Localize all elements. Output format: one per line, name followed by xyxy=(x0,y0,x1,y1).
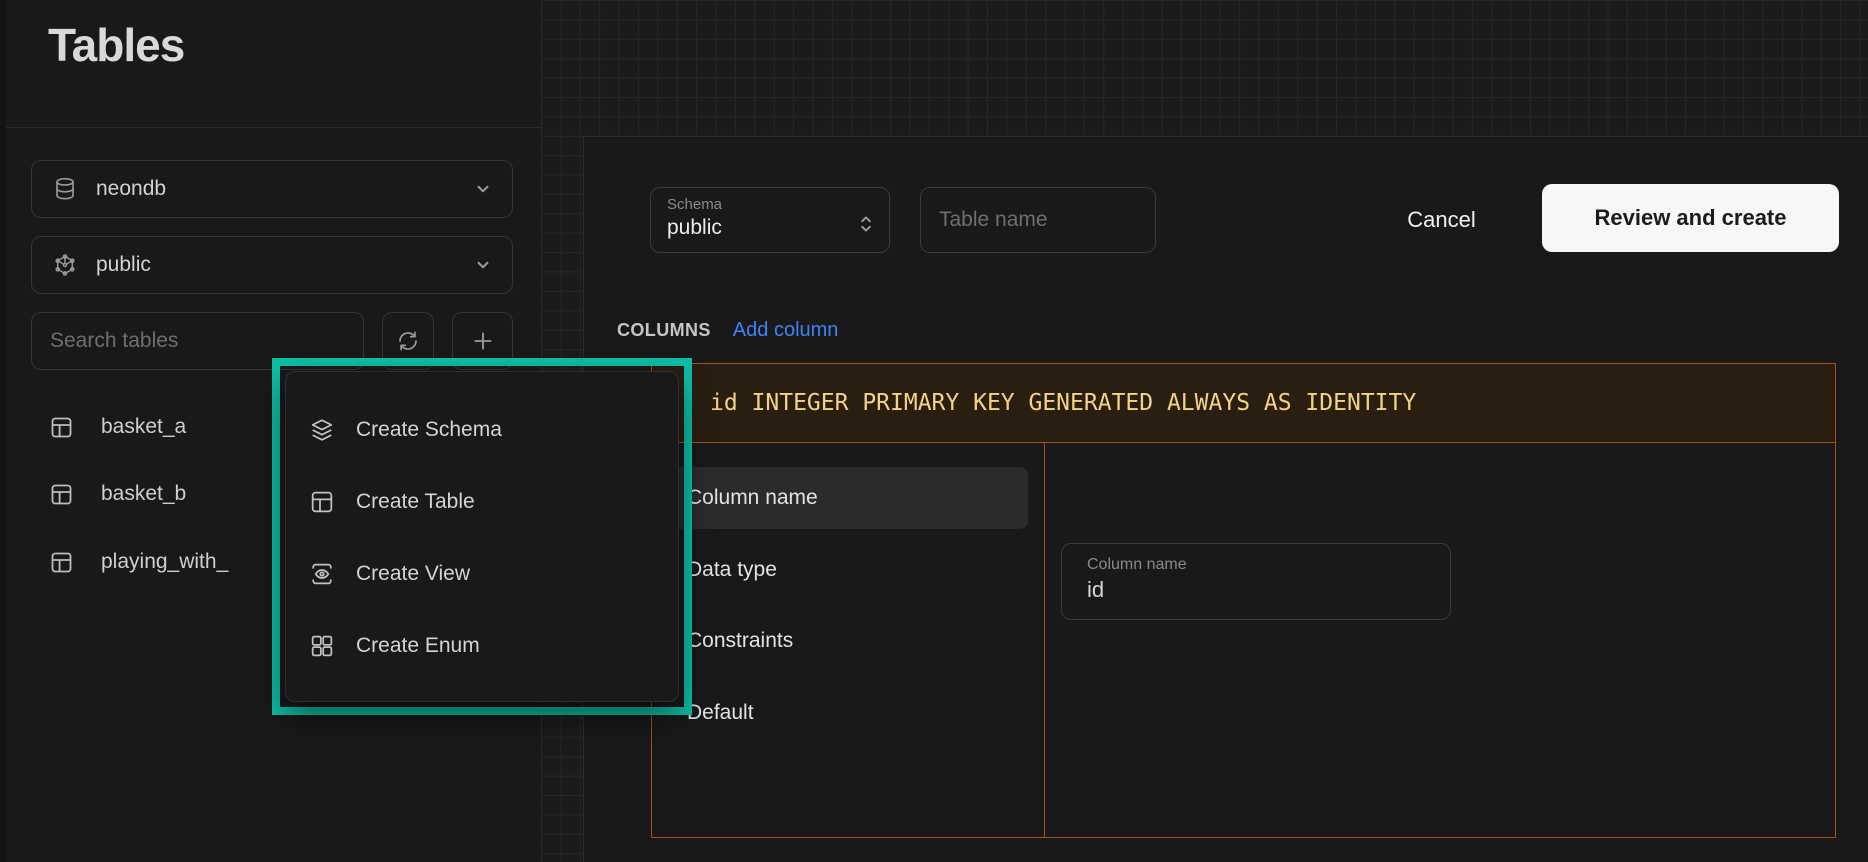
column-editor-body: Column name Data type Constraints Defaul… xyxy=(652,443,1835,837)
column-name-field[interactable]: Column name id xyxy=(1061,543,1451,620)
column-property-detail: Column name id xyxy=(1044,443,1835,837)
table-name: basket_b xyxy=(101,482,186,506)
columns-section-label: COLUMNS xyxy=(617,320,711,341)
table-icon xyxy=(48,549,75,576)
table-list-item[interactable]: playing_with_ xyxy=(48,537,228,587)
prop-row-column-name[interactable]: Column name xyxy=(662,467,1028,529)
schema-field-label: Schema xyxy=(667,196,857,215)
menu-item-create-enum[interactable]: Create Enum xyxy=(286,610,678,682)
cancel-button[interactable]: Cancel xyxy=(1379,187,1504,253)
database-icon xyxy=(52,176,78,202)
sidebar-divider xyxy=(6,127,541,128)
menu-item-label: Create View xyxy=(356,562,470,586)
table-list-item[interactable]: basket_a xyxy=(48,402,186,452)
prop-row-label: Data type xyxy=(687,558,777,582)
column-name-field-label: Column name xyxy=(1087,555,1450,576)
refresh-icon xyxy=(396,329,420,353)
create-table-panel: Schema public Cancel Review and create C… xyxy=(583,136,1868,862)
chevron-down-icon xyxy=(474,180,492,198)
review-and-create-button[interactable]: Review and create xyxy=(1542,184,1839,252)
layers-icon xyxy=(308,416,336,444)
menu-item-create-table[interactable]: Create Table xyxy=(286,466,678,538)
menu-item-label: Create Enum xyxy=(356,634,480,658)
view-icon xyxy=(308,560,336,588)
schema-field-value: public xyxy=(667,215,857,241)
table-list-item[interactable]: basket_b xyxy=(48,469,186,519)
grid-icon xyxy=(308,632,336,660)
menu-item-label: Create Table xyxy=(356,490,475,514)
schema-select-value: public xyxy=(96,253,151,277)
schema-icon xyxy=(52,252,78,278)
column-editor-container: id INTEGER PRIMARY KEY GENERATED ALWAYS … xyxy=(651,363,1836,838)
add-column-link[interactable]: Add column xyxy=(733,319,839,342)
column-sql-text: id INTEGER PRIMARY KEY GENERATED ALWAYS … xyxy=(710,390,1416,416)
create-dropdown-menu: Create Schema Create Table Create View xyxy=(285,371,679,702)
prop-row-data-type[interactable]: Data type xyxy=(662,539,1028,601)
table-icon xyxy=(308,488,336,516)
page-title: Tables xyxy=(48,18,184,72)
prop-row-default[interactable]: Default xyxy=(662,682,1028,744)
prop-row-label: Constraints xyxy=(687,629,793,653)
columns-header-row: COLUMNS Add column xyxy=(617,319,838,342)
chevron-up-down-icon xyxy=(857,213,875,235)
table-icon xyxy=(48,414,75,441)
prop-row-label: Column name xyxy=(687,486,818,510)
schema-select[interactable]: public xyxy=(31,236,513,294)
column-sql-row[interactable]: id INTEGER PRIMARY KEY GENERATED ALWAYS … xyxy=(652,364,1835,443)
column-name-field-value: id xyxy=(1087,576,1450,605)
highlight-frame: Create Schema Create Table Create View xyxy=(272,358,692,715)
table-name: basket_a xyxy=(101,415,186,439)
database-select[interactable]: neondb xyxy=(31,160,513,218)
plus-icon xyxy=(470,328,496,354)
table-name: playing_with_ xyxy=(101,550,228,574)
table-name-input[interactable] xyxy=(920,187,1156,253)
menu-item-create-view[interactable]: Create View xyxy=(286,538,678,610)
database-select-value: neondb xyxy=(96,177,166,201)
schema-field-select[interactable]: Schema public xyxy=(650,187,890,253)
chevron-down-icon xyxy=(474,256,492,274)
table-icon xyxy=(48,481,75,508)
column-properties-list: Column name Data type Constraints Defaul… xyxy=(652,443,1044,837)
menu-item-create-schema[interactable]: Create Schema xyxy=(286,394,678,466)
prop-row-label: Default xyxy=(687,701,754,725)
menu-item-label: Create Schema xyxy=(356,418,502,442)
prop-row-constraints[interactable]: Constraints xyxy=(662,610,1028,672)
